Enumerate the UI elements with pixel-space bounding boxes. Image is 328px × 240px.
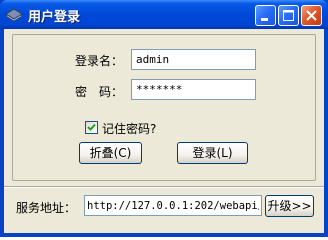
remember-password-label[interactable]: 记住密码?	[102, 120, 156, 137]
username-label: 登录名：	[75, 54, 124, 68]
title-bar[interactable]: 用户登录	[0, 0, 328, 29]
service-address-label: 服务地址：	[16, 201, 77, 215]
upgrade-button[interactable]: 升级>>	[265, 195, 314, 217]
password-label: 密 码：	[75, 85, 124, 99]
collapse-button[interactable]: 折叠(C)	[79, 142, 142, 164]
app-logo-icon	[5, 7, 23, 23]
divider	[4, 186, 324, 188]
password-input[interactable]	[131, 79, 256, 100]
remember-password-checkbox[interactable]	[85, 121, 98, 134]
login-window: 用户登录 登录名： 密 码： 记住密码? 折叠(C	[0, 0, 328, 237]
client-area: 登录名： 密 码： 记住密码? 折叠(C) 登录(L) 服务地址： 升级>>	[4, 29, 324, 233]
window-title: 用户登录	[28, 10, 81, 25]
maximize-button[interactable]	[278, 5, 299, 26]
minimize-button[interactable]	[255, 5, 276, 26]
service-address-input[interactable]	[84, 195, 262, 216]
close-button[interactable]	[301, 5, 322, 26]
username-input[interactable]	[131, 49, 256, 70]
login-button[interactable]: 登录(L)	[177, 142, 248, 164]
